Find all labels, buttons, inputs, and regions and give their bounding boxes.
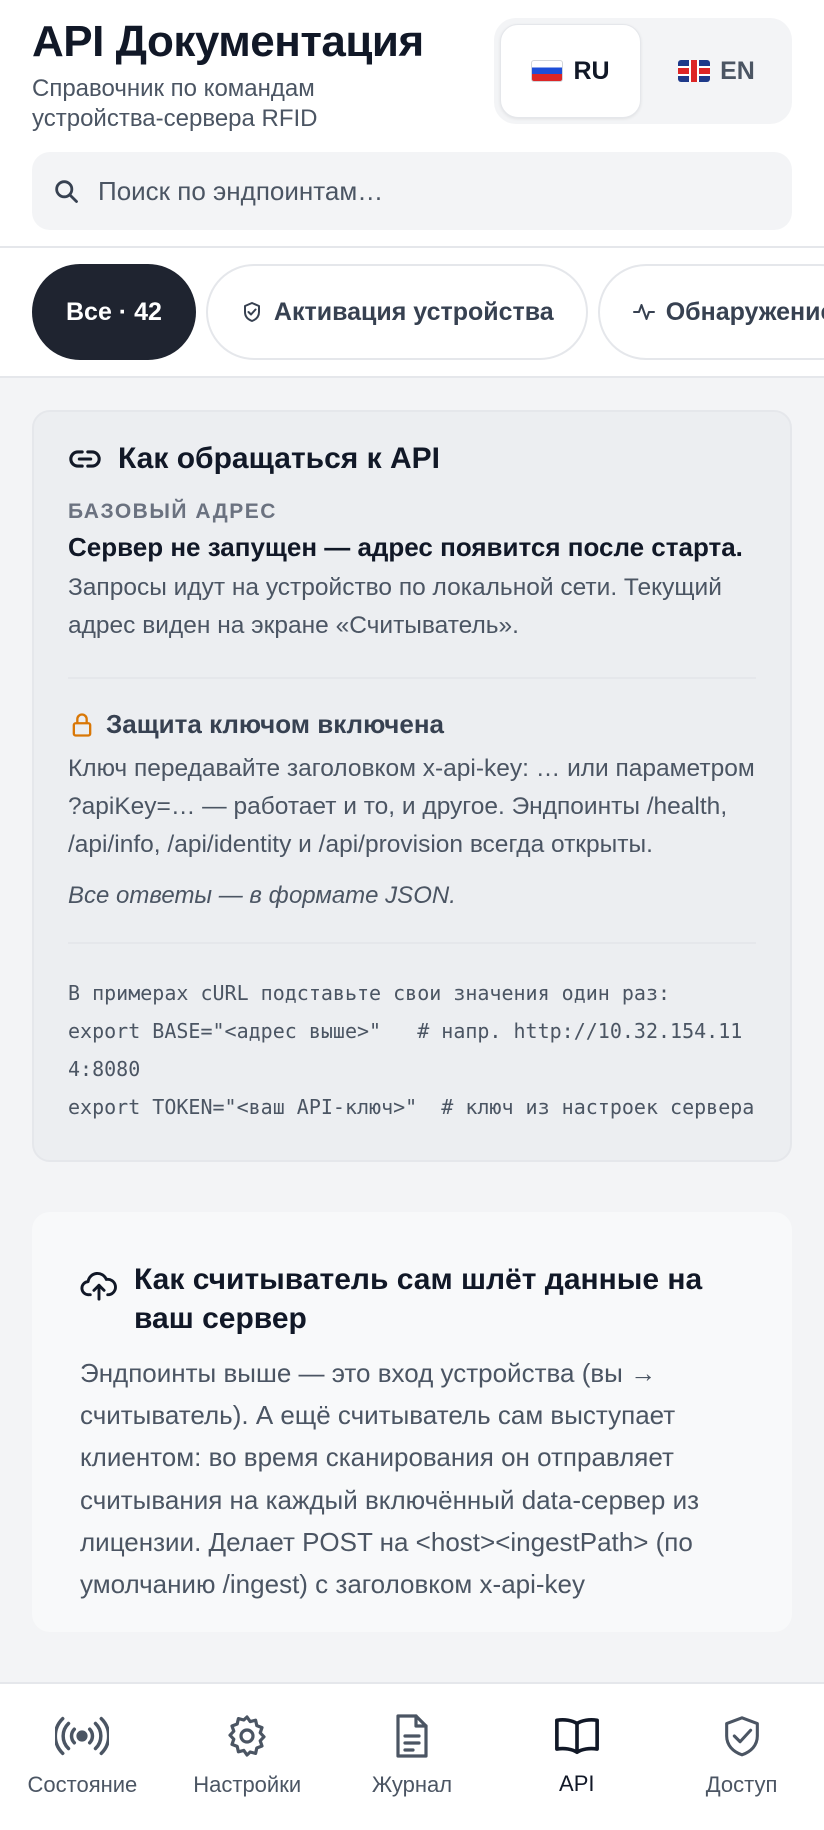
shield-check-icon xyxy=(240,300,264,324)
search-icon xyxy=(52,177,80,205)
gear-icon xyxy=(223,1712,271,1760)
nav-label: Настройки xyxy=(193,1772,302,1797)
document-icon xyxy=(390,1712,434,1760)
header-top: API Документация Справочник по командам … xyxy=(32,17,792,134)
divider xyxy=(68,942,756,945)
nav-item-log[interactable]: Журнал xyxy=(337,1712,487,1798)
link-icon xyxy=(68,442,102,476)
nav-item-status[interactable]: Состояние xyxy=(7,1712,157,1798)
key-protection-title-text: Защита ключом включена xyxy=(106,709,444,740)
base-address-label: БАЗОВЫЙ АДРЕС xyxy=(68,500,277,524)
nav-item-settings[interactable]: Настройки xyxy=(172,1712,322,1798)
base-address-desc: Запросы идут на устройство по локальной … xyxy=(68,574,722,640)
uk-flag-icon xyxy=(678,60,711,82)
bottom-nav: Состояние Настройки Журнал API Доступ xyxy=(0,1682,824,1830)
lang-ru-button[interactable]: RU xyxy=(500,24,641,118)
filter-chip-activation[interactable]: Активация устройства xyxy=(205,264,588,361)
base-address-status: Сервер не запущен — адрес появится после… xyxy=(68,532,743,563)
lang-ru-label: RU xyxy=(573,56,610,85)
nav-label: Доступ xyxy=(705,1772,778,1797)
shield-check-icon xyxy=(719,1712,765,1760)
filter-chip-all[interactable]: Все · 42 xyxy=(32,264,196,361)
cloud-upload-icon xyxy=(80,1270,118,1302)
curl-example: В примерах cURL подставьте свои значения… xyxy=(68,981,755,1120)
push-data-title: Как считыватель сам шлёт данные на ваш с… xyxy=(80,1260,744,1338)
language-switch: RU EN xyxy=(494,18,792,124)
book-icon xyxy=(552,1713,602,1759)
nav-item-api[interactable]: API xyxy=(502,1713,652,1797)
header: API Документация Справочник по командам … xyxy=(0,0,824,249)
activity-icon xyxy=(632,300,656,324)
broadcast-icon xyxy=(55,1712,110,1760)
push-data-card: Как считыватель сам шлёт данные на ваш с… xyxy=(32,1212,792,1633)
search-input[interactable] xyxy=(98,175,772,207)
main-content: Как обращаться к API БАЗОВЫЙ АДРЕС Серве… xyxy=(0,378,824,1633)
push-data-title-text: Как считыватель сам шлёт данные на ваш с… xyxy=(134,1263,703,1336)
filter-chip-discovery[interactable]: Обнаружение xyxy=(597,264,824,361)
search-bar[interactable] xyxy=(32,152,792,231)
page-title: API Документация xyxy=(32,17,424,66)
lang-en-button[interactable]: EN xyxy=(647,24,786,118)
json-format-note: Все ответы — в формате JSON. xyxy=(68,882,456,910)
api-usage-title: Как обращаться к API xyxy=(68,442,756,476)
russia-flag-icon xyxy=(531,60,564,82)
filter-chips: Все · 42 Активация устройства Обнаружени… xyxy=(0,248,824,379)
lock-icon xyxy=(68,710,96,740)
api-usage-card: Как обращаться к API БАЗОВЫЙ АДРЕС Серве… xyxy=(32,410,792,1163)
divider xyxy=(68,677,756,680)
filter-chip-label: Все · 42 xyxy=(66,297,162,326)
key-protection-title: Защита ключом включена xyxy=(68,709,756,740)
nav-label: API xyxy=(559,1771,595,1796)
nav-label: Состояние xyxy=(27,1772,138,1797)
api-usage-title-text: Как обращаться к API xyxy=(118,442,440,476)
page-subtitle: Справочник по командам устройства-сервер… xyxy=(32,75,318,133)
nav-item-access[interactable]: Доступ xyxy=(667,1712,817,1798)
filter-chip-label: Активация устройства xyxy=(273,297,554,326)
key-protection-desc: Ключ передавайте заголовком x-api-key: …… xyxy=(68,755,755,859)
filter-chip-label: Обнаружение xyxy=(665,297,824,326)
nav-label: Журнал xyxy=(371,1772,453,1797)
lang-en-label: EN xyxy=(720,56,755,85)
push-data-desc: Эндпоинты выше — это вход устройства (вы… xyxy=(80,1358,700,1599)
title-block: API Документация Справочник по командам … xyxy=(32,17,424,134)
